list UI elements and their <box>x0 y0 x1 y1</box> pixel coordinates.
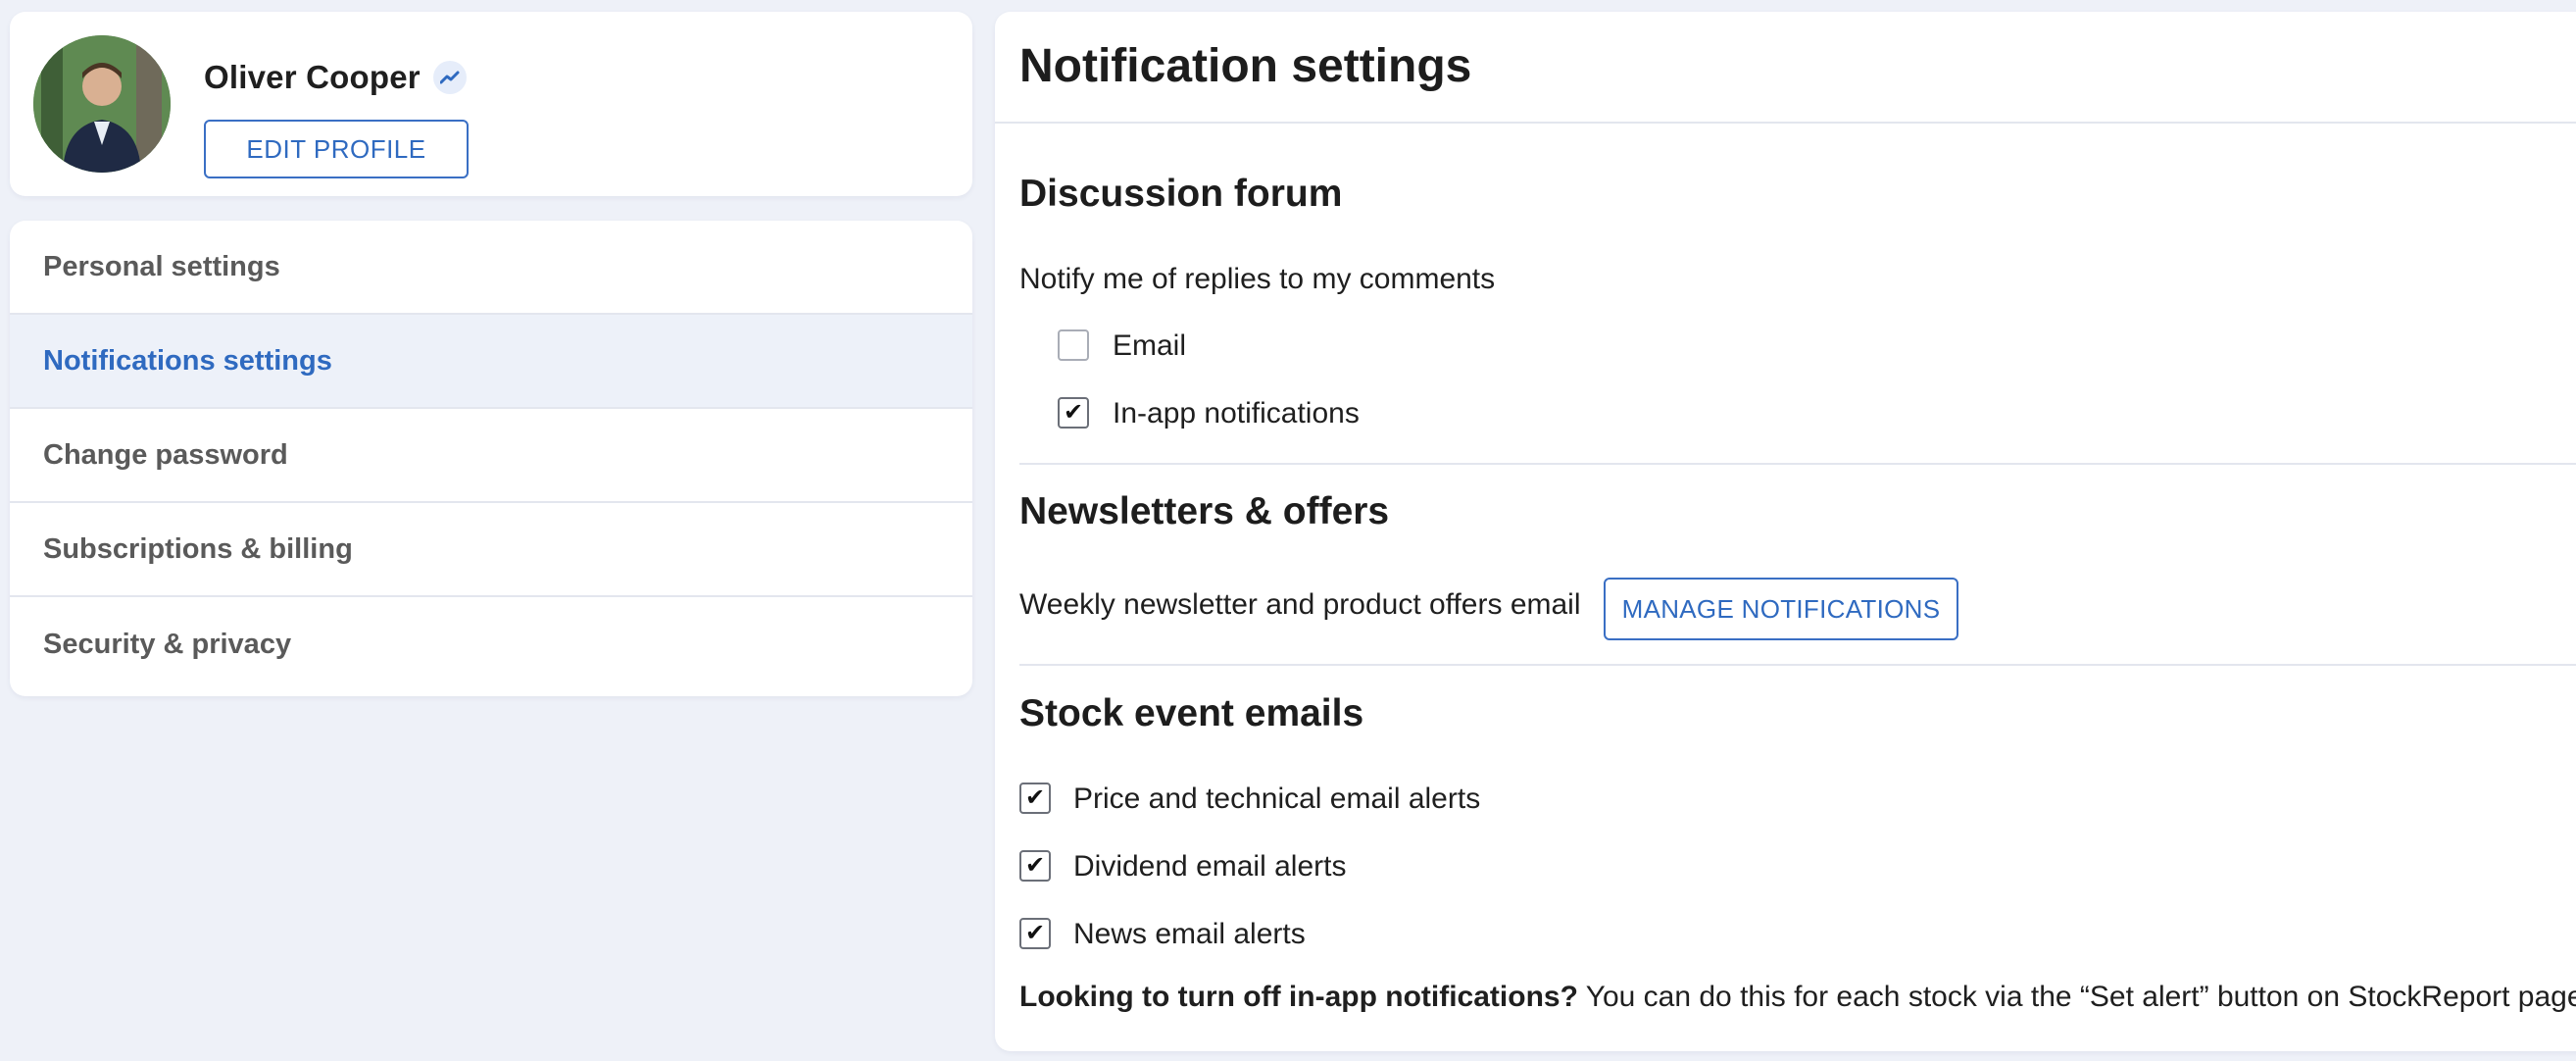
newsletter-description: Weekly newsletter and product offers ema… <box>1019 588 1581 621</box>
menu-item-change-password[interactable]: Change password <box>10 409 972 503</box>
in-app-notifications-label[interactable]: In-app notifications <box>1113 397 1360 430</box>
in-app-footnote: Looking to turn off in-app notifications… <box>1019 981 2576 1014</box>
in-app-notifications-checkbox[interactable]: ✔ <box>1058 397 1089 429</box>
notification-settings-panel: Notification settings Discussion forum N… <box>995 12 2576 1051</box>
footnote-question: Looking to turn off in-app notifications… <box>1019 981 1578 1013</box>
profile-name: Oliver Cooper <box>204 59 421 95</box>
page-title: Notification settings <box>1019 40 1472 92</box>
manage-notifications-button[interactable]: MANAGE NOTIFICATIONS <box>1604 578 1958 640</box>
footnote-text: You can do this for each stock via the “… <box>1577 981 2576 1013</box>
profile-card: Oliver Cooper EDIT PROFILE <box>10 12 972 196</box>
divider <box>995 122 2576 124</box>
section-title-newsletters-offers: Newsletters & offers <box>1019 490 1390 532</box>
dividend-alerts-checkbox[interactable]: ✔ <box>1019 850 1051 882</box>
email-option-label[interactable]: Email <box>1113 329 1186 363</box>
price-technical-alerts-checkbox[interactable]: ✔ <box>1019 783 1051 814</box>
section-title-stock-event-emails: Stock event emails <box>1019 692 1364 734</box>
discussion-prompt: Notify me of replies to my comments <box>1019 263 1496 295</box>
edit-profile-button[interactable]: EDIT PROFILE <box>204 120 469 178</box>
menu-item-notifications-settings[interactable]: Notifications settings <box>10 315 972 409</box>
settings-menu: Personal settings Notifications settings… <box>10 221 972 696</box>
divider <box>1019 463 2576 465</box>
news-alerts-checkbox[interactable]: ✔ <box>1019 918 1051 949</box>
news-alerts-label[interactable]: News email alerts <box>1073 918 1306 951</box>
checkmark-icon: ✔ <box>1063 399 1084 426</box>
checkmark-icon: ✔ <box>1024 920 1046 946</box>
dividend-alerts-label[interactable]: Dividend email alerts <box>1073 850 1346 884</box>
trending-badge-icon <box>433 61 467 94</box>
menu-item-security-privacy[interactable]: Security & privacy <box>10 597 972 691</box>
avatar[interactable] <box>33 35 171 173</box>
checkmark-icon: ✔ <box>1024 784 1046 811</box>
price-technical-alerts-label[interactable]: Price and technical email alerts <box>1073 783 1480 816</box>
checkmark-icon: ✔ <box>1024 852 1046 879</box>
email-checkbox[interactable] <box>1058 329 1089 361</box>
menu-item-personal-settings[interactable]: Personal settings <box>10 221 972 315</box>
menu-item-subscriptions-billing[interactable]: Subscriptions & billing <box>10 503 972 597</box>
section-title-discussion-forum: Discussion forum <box>1019 173 1343 215</box>
divider <box>1019 664 2576 666</box>
